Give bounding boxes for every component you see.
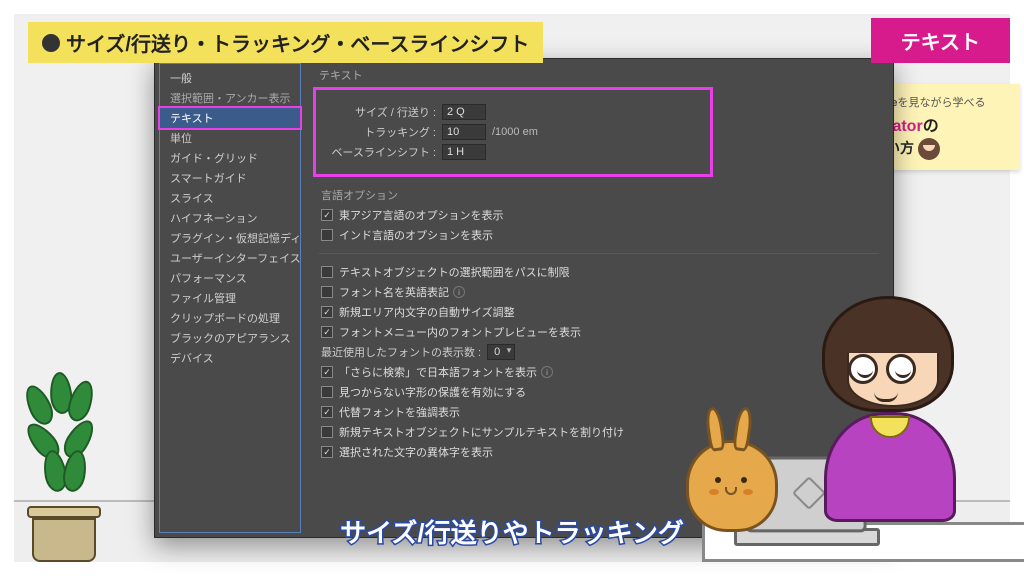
option-checkbox[interactable] — [321, 406, 333, 418]
option-label: フォント名を英語表記 — [339, 284, 449, 300]
info-icon[interactable]: i — [453, 286, 465, 298]
option-label: 代替フォントを強調表示 — [339, 404, 460, 420]
sidebar-item[interactable]: パフォーマンス — [160, 268, 300, 288]
sidebar-item[interactable]: デバイス — [160, 348, 300, 368]
sidebar-item[interactable]: ユーザーインターフェイス — [160, 248, 300, 268]
tracking-unit: /1000 em — [492, 126, 538, 138]
sidebar-item[interactable]: プラグイン・仮想記憶ディスク — [160, 228, 300, 248]
option-label: 新規テキストオブジェクトにサンプルテキストを割り付け — [339, 424, 624, 440]
recent-fonts-label: 最近使用したフォントの表示数 : — [321, 344, 481, 360]
size-leading-input[interactable]: 2 Q — [442, 104, 486, 120]
option-checkbox[interactable] — [321, 326, 333, 338]
option-label: 新規エリア内文字の自動サイズ調整 — [339, 304, 515, 320]
info-icon[interactable]: i — [541, 366, 553, 378]
east-asian-checkbox[interactable] — [321, 209, 333, 221]
sidebar-item[interactable]: 一般 — [160, 68, 300, 88]
option-label: 選択された文字の異体字を表示 — [339, 444, 493, 460]
preferences-sidebar: 一般選択範囲・アンカー表示テキスト単位ガイド・グリッドスマートガイドスライスハイ… — [159, 63, 301, 533]
option-checkbox[interactable] — [321, 426, 333, 438]
sidebar-item[interactable]: ハイフネーション — [160, 208, 300, 228]
sidebar-item[interactable]: ガイド・グリッド — [160, 148, 300, 168]
option-checkbox[interactable] — [321, 386, 333, 398]
option-label: フォントメニュー内のフォントプレビューを表示 — [339, 324, 581, 340]
sidebar-item[interactable]: ブラックのアピアランス — [160, 328, 300, 348]
subtitle-caption: サイズ/行送りやトラッキング — [340, 513, 684, 550]
sidebar-item[interactable]: 単位 — [160, 128, 300, 148]
option-label: 「さらに検索」で日本語フォントを表示 — [339, 364, 537, 380]
indic-checkbox[interactable] — [321, 229, 333, 241]
panel-title: テキスト — [319, 67, 879, 83]
east-asian-label: 東アジア言語のオプションを表示 — [339, 207, 504, 223]
highlighted-fields: サイズ / 行送り : 2 Q トラッキング : 10 /1000 em ベース… — [313, 87, 713, 177]
sidebar-item[interactable]: クリップボードの処理 — [160, 308, 300, 328]
sidebar-item[interactable]: スライス — [160, 188, 300, 208]
indic-label: インド言語のオプションを表示 — [339, 227, 493, 243]
option-label: テキストオブジェクトの選択範囲をパスに制限 — [339, 264, 570, 280]
option-checkbox[interactable] — [321, 306, 333, 318]
plant-decoration — [24, 376, 104, 562]
option-checkbox[interactable] — [321, 366, 333, 378]
sidebar-item[interactable]: 選択範囲・アンカー表示 — [160, 88, 300, 108]
page-title: サイズ/行送り・トラッキング・ベースラインシフト — [28, 22, 543, 63]
avatar — [918, 138, 940, 160]
bullet-icon — [42, 34, 60, 52]
sidebar-item[interactable]: テキスト — [158, 106, 302, 130]
baseline-shift-input[interactable]: 1 H — [442, 144, 486, 160]
character-illustration — [766, 282, 986, 562]
size-leading-label: サイズ / 行送り : — [316, 104, 436, 120]
sidebar-item[interactable]: ファイル管理 — [160, 288, 300, 308]
baseline-shift-label: ベースラインシフト : — [316, 144, 436, 160]
category-badge: テキスト — [871, 18, 1010, 63]
tracking-input[interactable]: 10 — [442, 124, 486, 140]
option-checkbox[interactable] — [321, 266, 333, 278]
recent-fonts-select[interactable]: 0 — [487, 344, 515, 360]
option-checkbox[interactable] — [321, 286, 333, 298]
sidebar-item[interactable]: スマートガイド — [160, 168, 300, 188]
title-text: サイズ/行送り・トラッキング・ベースラインシフト — [66, 28, 529, 57]
option-checkbox[interactable] — [321, 446, 333, 458]
language-section-label: 言語オプション — [321, 187, 879, 203]
option-label: 見つからない字形の保護を有効にする — [339, 384, 526, 400]
tracking-label: トラッキング : — [316, 124, 436, 140]
